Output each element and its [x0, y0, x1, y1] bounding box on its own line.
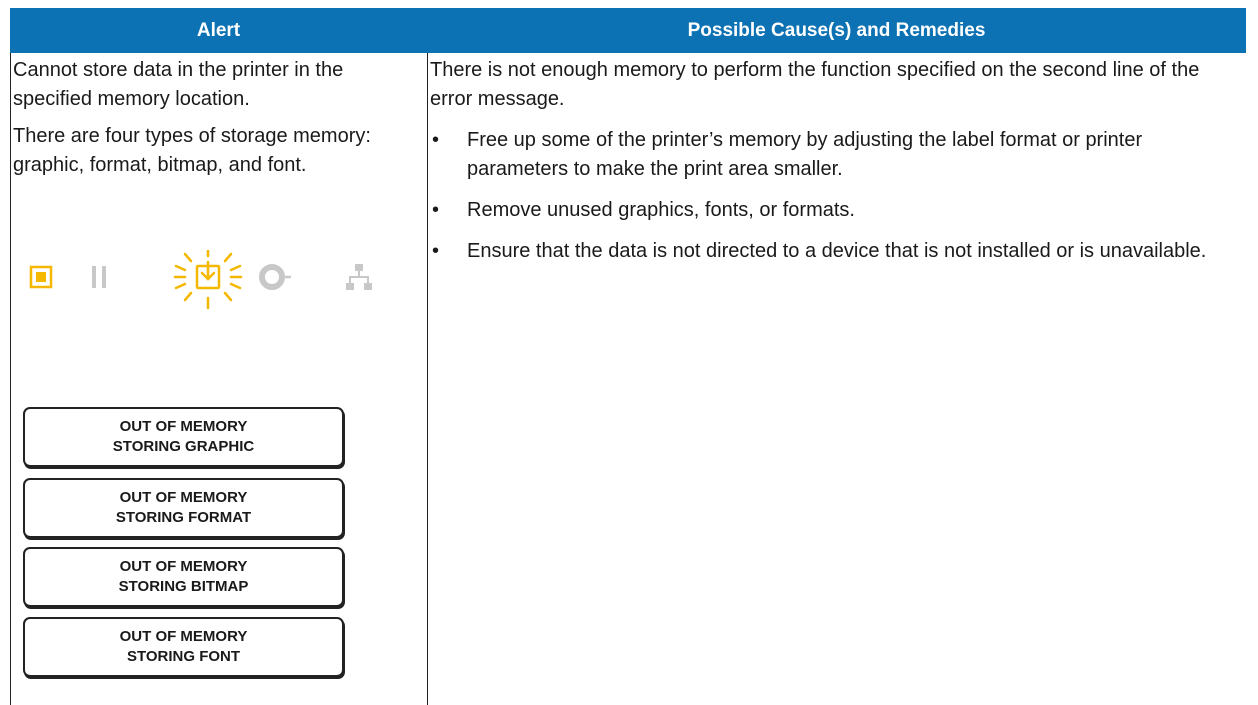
lcd-message-bitmap: OUT OF MEMORY STORING BITMAP	[23, 547, 344, 607]
supplies-icon	[259, 264, 291, 290]
table-header: Alert Possible Cause(s) and Remedies	[10, 8, 1246, 53]
remedy-text: Free up some of the printer’s memory by …	[467, 129, 1143, 180]
list-item: • Remove unused graphics, fonts, or form…	[430, 196, 1220, 225]
lcd-line2: STORING FORMAT	[115, 509, 252, 526]
lcd-line1: OUT OF MEMORY	[119, 628, 248, 645]
column-divider	[427, 53, 428, 705]
lcd-message-font: OUT OF MEMORY STORING FONT	[23, 617, 344, 677]
alert-description: Cannot store data in the printer in the …	[13, 59, 344, 110]
remedies-list: • Free up some of the printer’s memory b…	[430, 126, 1220, 266]
list-item: • Free up some of the printer’s memory b…	[430, 126, 1220, 184]
lcd-line1: OUT OF MEMORY	[119, 418, 248, 435]
storage-types-note: There are four types of storage memory: …	[13, 125, 371, 176]
printer-status-icons	[25, 244, 395, 310]
bullet-icon: •	[432, 240, 440, 262]
lcd-line1: OUT OF MEMORY	[119, 489, 248, 506]
remedies-cell: There is not enough memory to perform th…	[430, 56, 1220, 278]
lcd-line1: OUT OF MEMORY	[119, 558, 248, 575]
lcd-line2: STORING BITMAP	[118, 578, 249, 595]
cause-description: There is not enough memory to perform th…	[430, 59, 1200, 110]
list-item: • Ensure that the data is not directed t…	[430, 237, 1220, 266]
lcd-message-graphic: OUT OF MEMORY STORING GRAPHIC	[23, 407, 344, 467]
remedy-text: Remove unused graphics, fonts, or format…	[467, 199, 855, 221]
lcd-line2: STORING FONT	[126, 648, 241, 665]
lcd-line2: STORING GRAPHIC	[112, 438, 255, 455]
alert-cell: Cannot store data in the printer in the …	[13, 56, 403, 188]
pause-icon	[92, 266, 106, 288]
remedy-text: Ensure that the data is not directed to …	[467, 240, 1207, 262]
bullet-icon: •	[432, 199, 440, 221]
data-icon-flashing	[173, 244, 243, 310]
lcd-message-format: OUT OF MEMORY STORING FORMAT	[23, 478, 344, 538]
header-alert: Alert	[196, 19, 241, 41]
bullet-icon: •	[432, 129, 440, 151]
network-icon	[346, 264, 372, 290]
table-border-left	[10, 53, 11, 705]
status-icon	[29, 265, 53, 289]
header-causes-remedies: Possible Cause(s) and Remedies	[687, 19, 986, 41]
